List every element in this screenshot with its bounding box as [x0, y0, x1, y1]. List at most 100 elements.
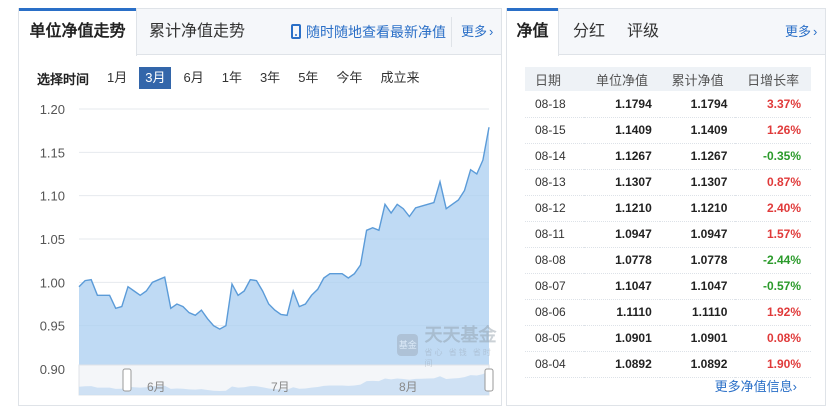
cell-date: 08-15	[525, 117, 585, 144]
divider	[451, 17, 452, 47]
mobile-app-link[interactable]: 随时随地查看最新净值	[291, 9, 446, 55]
chevron-right-icon: ›	[489, 24, 494, 39]
cell-unit-nav: 1.0892	[584, 351, 660, 378]
cell-acc-nav: 1.1307	[659, 169, 736, 196]
range-6m[interactable]: 6月	[177, 67, 209, 89]
watermark-sub: 省心 省钱 省时间	[424, 348, 493, 368]
cell-daily-rate: 0.08%	[735, 325, 811, 352]
table-row: 08-11 1.0947 1.0947 1.57%	[525, 221, 811, 248]
cell-daily-rate: 1.90%	[735, 351, 811, 378]
more-nav-info-label: 更多净值信息	[714, 379, 793, 394]
y-axis: 1.20 1.15 1.10 1.05 1.00 0.95 0.90	[40, 102, 65, 377]
nav-history-table: 日期 单位净值 累计净值 日增长率 08-18 1.1794 1.1794 3.37%…	[525, 67, 811, 378]
cell-unit-nav: 1.1047	[584, 273, 660, 300]
chevron-right-icon: ›	[813, 24, 818, 39]
watermark: 基金 天天基金 省心 省钱 省时间	[397, 321, 501, 369]
cell-unit-nav: 1.1210	[584, 195, 660, 222]
cell-acc-nav: 1.1110	[659, 299, 736, 326]
tab-unit-nav[interactable]: 单位净值走势	[19, 8, 137, 56]
col-daily-rate: 日增长率	[735, 67, 811, 91]
cell-daily-rate: 2.40%	[735, 195, 811, 222]
range-ytd[interactable]: 今年	[330, 67, 368, 89]
range-3m[interactable]: 3月	[139, 67, 172, 89]
navigator-handle-left[interactable]	[122, 368, 132, 392]
cell-acc-nav: 1.0892	[659, 351, 736, 378]
y-tick-label: 1.10	[40, 189, 65, 204]
tab-rating[interactable]: 评级	[627, 9, 659, 55]
y-tick-label: 1.15	[40, 145, 65, 160]
cell-acc-nav: 1.1210	[659, 195, 736, 222]
cell-date: 08-13	[525, 169, 585, 196]
range-1y[interactable]: 1年	[216, 67, 248, 89]
cell-daily-rate: -2.44%	[735, 247, 811, 274]
nav-history-panel: 净值 分红 评级 更多 › 日期 单位净值 累计净值 日增长率 08-18 1.17…	[506, 8, 826, 406]
col-unit-nav: 单位净值	[584, 67, 660, 91]
navigator-month-label: 7月	[271, 380, 290, 394]
more-nav-info-link[interactable]: 更多净值信息›	[715, 376, 797, 395]
cell-unit-nav: 1.1409	[584, 117, 660, 144]
cell-date: 08-06	[525, 299, 585, 326]
table-row: 08-07 1.1047 1.1047 -0.57%	[525, 273, 811, 300]
range-navigator[interactable]: 6月 7月 8月	[78, 364, 494, 396]
cell-acc-nav: 1.0901	[659, 325, 736, 352]
col-acc-nav: 累计净值	[659, 67, 736, 91]
cell-unit-nav: 1.1110	[584, 299, 660, 326]
cell-daily-rate: 1.92%	[735, 299, 811, 326]
y-tick-label: 1.00	[40, 275, 65, 290]
col-date: 日期	[525, 67, 585, 91]
cell-acc-nav: 1.1409	[659, 117, 736, 144]
table-row: 08-15 1.1409 1.1409 1.26%	[525, 117, 811, 144]
cell-acc-nav: 1.0947	[659, 221, 736, 248]
navigator-month-label: 6月	[147, 380, 166, 394]
table-row: 08-04 1.0892 1.0892 1.90%	[525, 351, 811, 378]
table-row: 08-18 1.1794 1.1794 3.37%	[525, 91, 811, 118]
phone-icon	[291, 24, 301, 39]
chart-more-link[interactable]: 更多 ›	[461, 9, 493, 55]
range-since-inception[interactable]: 成立来	[374, 67, 425, 89]
range-3y[interactable]: 3年	[254, 67, 286, 89]
y-tick-label: 0.90	[40, 362, 65, 377]
cell-daily-rate: 1.26%	[735, 117, 811, 144]
nav-chart-panel: 单位净值走势 累计净值走势 随时随地查看最新净值 更多 › 选择时间 1月 3月 …	[18, 8, 502, 406]
cell-daily-rate: -0.35%	[735, 143, 811, 170]
table-row: 08-05 1.0901 1.0901 0.08%	[525, 325, 811, 352]
navigator-month-label: 8月	[399, 380, 418, 394]
cell-date: 08-04	[525, 351, 585, 378]
table-body: 08-18 1.1794 1.1794 3.37% 08-15 1.1409 1.1409 1…	[525, 91, 811, 378]
y-tick-label: 1.20	[40, 102, 65, 117]
cell-date: 08-11	[525, 221, 585, 248]
navigator-handle-right[interactable]	[484, 368, 494, 392]
range-5y[interactable]: 5年	[292, 67, 324, 89]
history-more-link[interactable]: 更多 ›	[785, 9, 817, 55]
table-row: 08-06 1.1110 1.1110 1.92%	[525, 299, 811, 326]
cell-date: 08-14	[525, 143, 585, 170]
chart-more-label: 更多	[461, 24, 488, 39]
tab-dividend[interactable]: 分红	[573, 9, 605, 55]
cell-daily-rate: 0.87%	[735, 169, 811, 196]
history-more-label: 更多	[785, 24, 812, 39]
cell-unit-nav: 1.1794	[584, 91, 660, 118]
cell-daily-rate: 1.57%	[735, 221, 811, 248]
cell-unit-nav: 1.0947	[584, 221, 660, 248]
table-header-row: 日期 单位净值 累计净值 日增长率	[525, 67, 811, 91]
history-tabbar: 净值 分红 评级 更多 ›	[507, 8, 825, 56]
tab-nav[interactable]: 净值	[507, 8, 559, 56]
cell-acc-nav: 1.1047	[659, 273, 736, 300]
table-row: 08-12 1.1210 1.1210 2.40%	[525, 195, 811, 222]
y-tick-label: 0.95	[40, 319, 65, 334]
range-1m[interactable]: 1月	[101, 67, 133, 89]
y-tick-label: 1.05	[40, 232, 65, 247]
cell-daily-rate: 3.37%	[735, 91, 811, 118]
cell-unit-nav: 1.1267	[584, 143, 660, 170]
tab-accumulated-nav[interactable]: 累计净值走势	[149, 9, 245, 55]
cell-date: 08-07	[525, 273, 585, 300]
cell-unit-nav: 1.1307	[584, 169, 660, 196]
time-range-selector: 选择时间 1月 3月 6月 1年 3年 5年 今年 成立来	[37, 67, 431, 89]
table-row: 08-13 1.1307 1.1307 0.87%	[525, 169, 811, 196]
chart-tabbar: 单位净值走势 累计净值走势 随时随地查看最新净值 更多 ›	[19, 8, 501, 56]
cell-daily-rate: -0.57%	[735, 273, 811, 300]
table-row: 08-08 1.0778 1.0778 -2.44%	[525, 247, 811, 274]
table-row: 08-14 1.1267 1.1267 -0.35%	[525, 143, 811, 170]
watermark-logo: 基金	[397, 334, 419, 356]
cell-date: 08-08	[525, 247, 585, 274]
